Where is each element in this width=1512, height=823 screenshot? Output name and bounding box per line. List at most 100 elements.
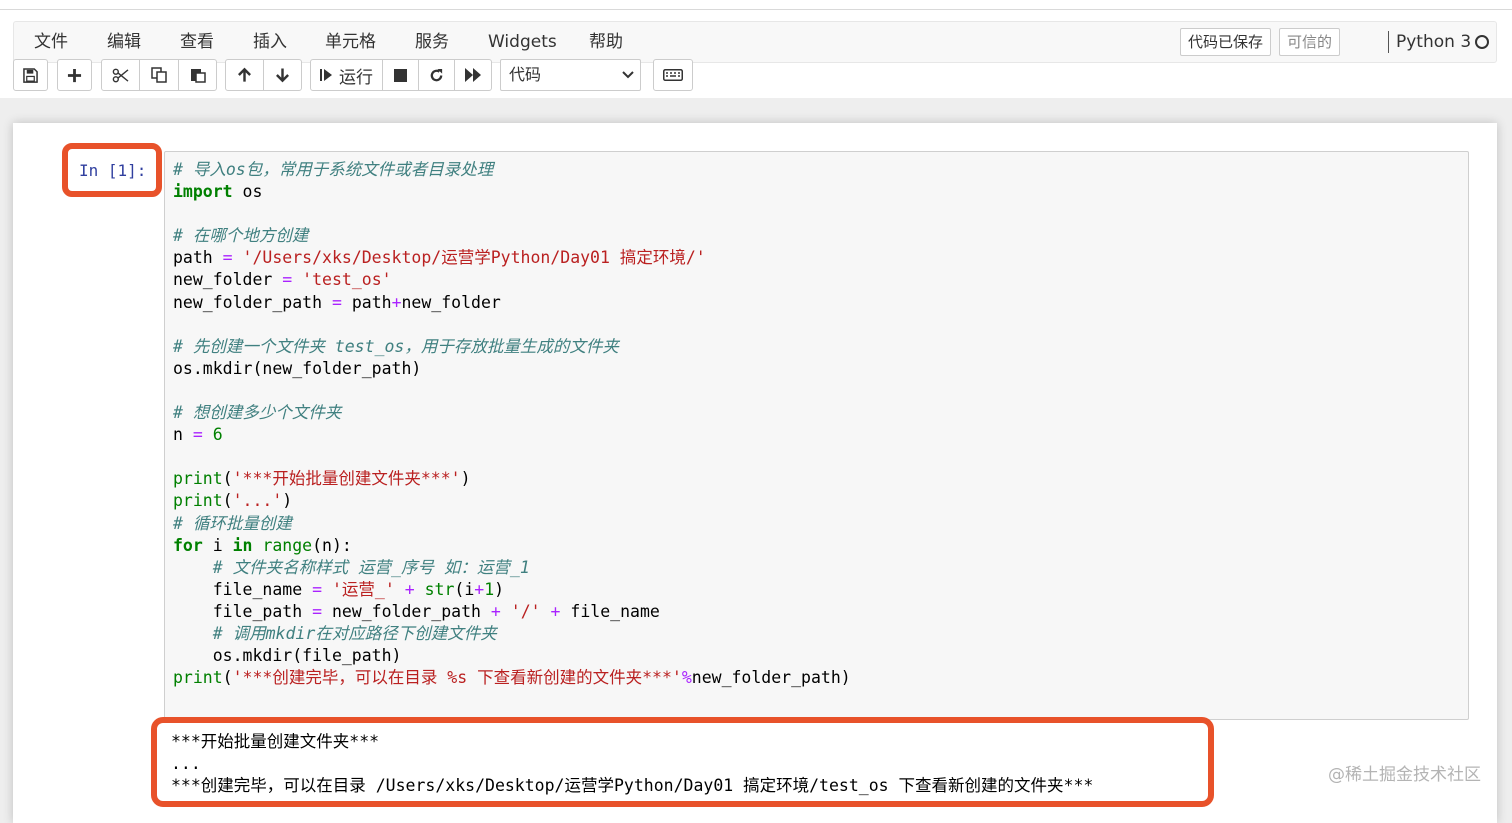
command-palette-button[interactable] xyxy=(653,59,693,91)
code-line: # 在哪个地方创建 xyxy=(173,225,851,247)
paste-button[interactable] xyxy=(178,59,217,91)
code-token: '***创建完毕，可以在目录 %s 下查看新创建的文件夹***' xyxy=(232,668,682,688)
cell-type-select[interactable]: 代码 xyxy=(500,59,641,91)
code-line: file_name = '运营_' + str(i+1) xyxy=(173,579,851,601)
code-line: # 调用mkdir在对应路径下创建文件夹 xyxy=(173,623,851,645)
watermark: @稀土掘金技术社区 xyxy=(1328,765,1481,785)
menu-view[interactable]: 查看 xyxy=(180,22,214,62)
code-token: for xyxy=(173,535,203,555)
code-token: # 调用mkdir在对应路径下创建文件夹 xyxy=(212,623,497,643)
code-line: new_folder = 'test_os' xyxy=(173,269,851,291)
code-token: = xyxy=(312,601,323,621)
code-line: n = 6 xyxy=(173,424,851,446)
menu-cell[interactable]: 单元格 xyxy=(325,22,376,62)
code-token: 'test_os' xyxy=(302,270,392,290)
code-token: + xyxy=(391,292,402,312)
code-line: # 想创建多少个文件夹 xyxy=(173,402,851,424)
toolbar: 运行 代码 xyxy=(13,59,1497,91)
code-cell-input[interactable]: # 导入os包，常用于系统文件或者目录处理 import os # 在哪个地方创建 p… xyxy=(164,151,1469,720)
menu-widgets[interactable]: Widgets xyxy=(488,22,557,62)
code-token: file_name xyxy=(173,579,313,599)
menu-insert[interactable]: 插入 xyxy=(253,22,287,62)
code-line: os.mkdir(new_folder_path) xyxy=(173,358,851,380)
code-token: os xyxy=(232,182,263,202)
code-token: in xyxy=(232,535,253,555)
notebook-container: In [1]: # 导入os包，常用于系统文件或者目录处理 import os # … xyxy=(13,123,1497,823)
code-token: print xyxy=(173,491,223,511)
stop-icon xyxy=(394,68,407,82)
browser-top-strip xyxy=(0,0,1512,10)
code-editor[interactable]: # 导入os包，常用于系统文件或者目录处理 import os # 在哪个地方创建 p… xyxy=(173,159,851,689)
code-line: # 循环批量创建 xyxy=(173,513,851,535)
code-token: # 在哪个地方创建 xyxy=(173,226,309,246)
code-line: # 文件夹名称样式 运营_序号 如：运营_1 xyxy=(173,557,851,579)
code-line: print('***开始批量创建文件夹***') xyxy=(173,468,851,490)
restart-icon xyxy=(430,68,443,81)
cut-button[interactable] xyxy=(101,59,140,91)
code-token: file_name xyxy=(560,601,660,621)
code-token: os.mkdir(file_path) xyxy=(173,646,402,666)
interrupt-button[interactable] xyxy=(382,59,419,91)
code-token: new_folder_path xyxy=(173,292,332,312)
code-token: 6 xyxy=(212,425,223,445)
save-button[interactable] xyxy=(13,59,48,91)
menu-kernel[interactable]: 服务 xyxy=(415,22,449,62)
code-token: ( xyxy=(222,668,233,688)
code-token: print xyxy=(173,469,223,489)
menu-file[interactable]: 文件 xyxy=(34,22,68,62)
code-token: '/' xyxy=(510,601,541,621)
code-token: ( xyxy=(222,491,233,511)
insert-cell-button[interactable] xyxy=(57,59,92,91)
output-line: ***创建完毕，可以在目录 /Users/xks/Desktop/运营学Pyth… xyxy=(171,776,1094,796)
plus-icon xyxy=(67,68,82,82)
trusted-badge[interactable]: 可信的 xyxy=(1279,28,1341,56)
code-line: # 导入os包，常用于系统文件或者目录处理 xyxy=(173,159,851,181)
code-line: file_path = new_folder_path + '/' + file… xyxy=(173,601,851,623)
code-token: + xyxy=(404,579,415,599)
restart-button[interactable] xyxy=(418,59,455,91)
move-down-button[interactable] xyxy=(263,59,302,91)
code-token: + xyxy=(550,601,561,621)
menu-help[interactable]: 帮助 xyxy=(589,22,623,62)
code-token: # 想创建多少个文件夹 xyxy=(173,403,342,423)
code-token: import xyxy=(173,182,233,202)
code-token: (i xyxy=(454,579,475,599)
code-token: print xyxy=(173,668,223,688)
cell-type-value: 代码 xyxy=(509,65,542,84)
kernel-name: Python 3 xyxy=(1396,32,1472,52)
code-token: path xyxy=(173,248,223,268)
restart-run-all-button[interactable] xyxy=(454,59,492,91)
code-token: new_folder_path) xyxy=(691,668,851,688)
run-button[interactable]: 运行 xyxy=(310,59,383,91)
menu-edit[interactable]: 编辑 xyxy=(107,22,141,62)
chevron-down-icon xyxy=(622,71,634,79)
code-token: + xyxy=(474,579,485,599)
copy-button[interactable] xyxy=(139,59,179,91)
code-line: new_folder_path = path+new_folder xyxy=(173,292,851,314)
move-up-button[interactable] xyxy=(225,59,264,91)
code-token: os.mkdir(new_folder_path) xyxy=(173,358,422,378)
code-line: for i in range(n): xyxy=(173,535,851,557)
code-token: range xyxy=(262,535,313,555)
run-icon xyxy=(320,69,332,81)
code-token: i xyxy=(202,535,233,555)
code-token: '/Users/xks/Desktop/运营学Python/Day01 搞定环境… xyxy=(242,248,706,268)
code-token: '...' xyxy=(232,491,283,511)
input-prompt: In [1]: xyxy=(79,161,147,180)
code-token: ) xyxy=(460,469,471,489)
code-token: ) xyxy=(494,579,505,599)
arrow-up-icon xyxy=(238,67,251,82)
notebook-header: 文件 编辑 查看 插入 单元格 服务 Widgets 帮助 代码已保存 可信的 … xyxy=(0,10,1512,98)
fast-forward-icon xyxy=(465,68,481,82)
kernel-separator xyxy=(1388,31,1389,53)
code-token: # 文件夹名称样式 运营_序号 如：运营_1 xyxy=(212,557,530,577)
cut-icon xyxy=(112,68,129,82)
